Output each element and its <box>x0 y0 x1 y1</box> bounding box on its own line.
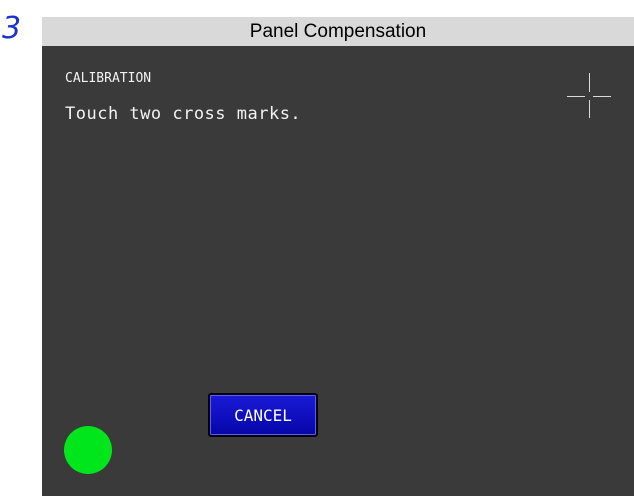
cancel-button[interactable]: CANCEL <box>208 393 318 437</box>
calibration-screen: CALIBRATION Touch two cross marks. CANCE… <box>42 46 634 496</box>
green-circle-icon <box>64 426 112 474</box>
crosshair-top-line <box>589 73 590 92</box>
calibration-instruction: Touch two cross marks. <box>65 104 302 124</box>
step-number: 3 <box>2 11 22 46</box>
crosshair-icon[interactable] <box>567 73 611 118</box>
crosshair-right-line <box>593 96 611 97</box>
crosshair-left-line <box>567 96 585 97</box>
window-title: Panel Compensation <box>249 20 427 42</box>
crosshair-bottom-line <box>589 100 590 118</box>
calibration-heading: CALIBRATION <box>65 71 152 86</box>
window-title-bar: Panel Compensation <box>42 17 634 46</box>
